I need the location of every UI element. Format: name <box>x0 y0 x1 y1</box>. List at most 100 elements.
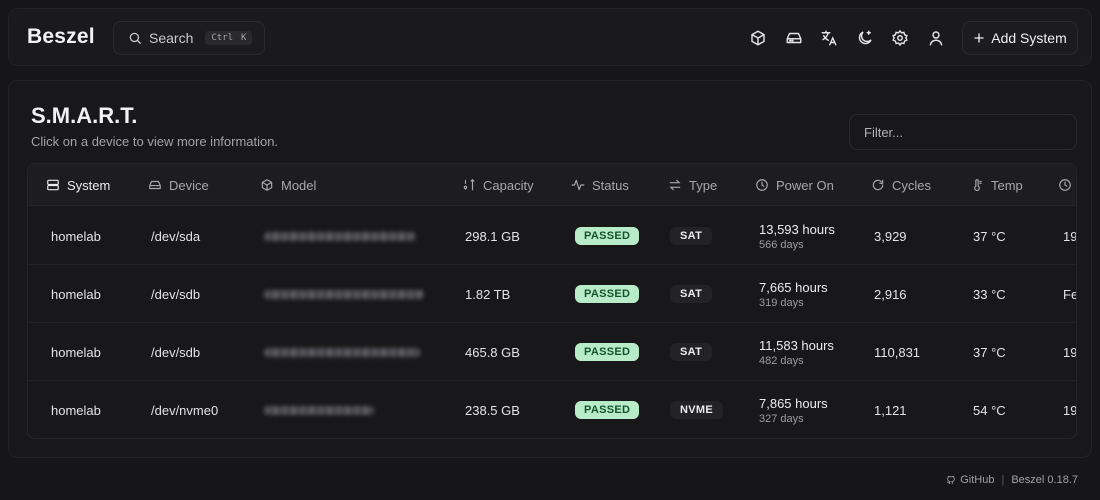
cell-capacity: 298.1 GB <box>465 228 520 244</box>
column-header-model[interactable]: Model <box>260 164 316 206</box>
power-on-hours: 13,593 hours <box>759 221 835 237</box>
search-icon <box>129 32 141 44</box>
cell-updated: 19 <box>1063 228 1077 244</box>
cell-updated: Fe <box>1063 286 1077 302</box>
status-badge: PASSED <box>575 285 640 303</box>
cell-status: PASSED <box>575 265 640 323</box>
column-header-cycles[interactable]: Cycles <box>871 164 931 206</box>
table-row[interactable]: homelab /dev/nvme0 238.5 GB PASSED NVME … <box>28 381 1077 438</box>
power-on-hours: 7,665 hours <box>759 279 828 295</box>
cell-power-on: 13,593 hours 566 days <box>759 207 835 265</box>
status-badge: PASSED <box>575 401 640 419</box>
search-label: Search <box>149 30 194 46</box>
add-system-label: Add System <box>991 30 1067 46</box>
thermometer-icon <box>974 179 982 192</box>
clock-icon <box>756 179 768 191</box>
hard-drive-icon[interactable] <box>784 28 804 48</box>
column-label: Device <box>169 177 209 193</box>
plus-icon <box>974 33 984 43</box>
cell-power-on: 7,665 hours 319 days <box>759 265 828 323</box>
cell-power-on: 11,583 hours 482 days <box>759 323 834 381</box>
clock-icon <box>1059 179 1071 191</box>
user-icon[interactable] <box>926 28 946 48</box>
cell-capacity: 1.82 TB <box>465 286 511 302</box>
add-system-button[interactable]: Add System <box>962 21 1078 55</box>
cell-updated: 19 <box>1063 402 1077 418</box>
server-icon <box>47 179 59 191</box>
cell-type: SAT <box>670 265 713 323</box>
column-label: Power On <box>776 177 834 193</box>
cell-system: homelab <box>51 402 101 418</box>
box-icon <box>261 179 273 191</box>
cell-model-redacted <box>264 265 424 323</box>
github-link[interactable]: GitHub <box>960 474 994 486</box>
version-link[interactable]: Beszel 0.18.7 <box>1011 474 1078 486</box>
github-icon <box>947 475 955 485</box>
hard-drive-icon <box>149 180 161 190</box>
cell-type: SAT <box>670 323 713 381</box>
cell-device: /dev/nvme0 <box>151 402 219 418</box>
cell-model-redacted <box>264 207 416 265</box>
page-title: S.M.A.R.T. <box>31 103 138 128</box>
search-shortcut: Ctrl K <box>205 31 253 45</box>
shortcut-key: K <box>241 33 247 43</box>
cell-cycles: 3,929 <box>874 228 907 244</box>
cell-cycles: 2,916 <box>874 286 907 302</box>
language-icon[interactable] <box>819 28 839 48</box>
cell-type: SAT <box>670 207 713 265</box>
sort-numeric-icon <box>463 178 475 191</box>
column-label: Temp <box>991 177 1023 193</box>
table-row[interactable]: homelab /dev/sda 298.1 GB PASSED SAT 13,… <box>28 207 1077 265</box>
power-on-days: 327 days <box>759 412 804 425</box>
box-icon[interactable] <box>748 28 768 48</box>
cell-type: NVME <box>670 381 723 438</box>
top-navbar: Beszel Search Ctrl K Add System <box>8 8 1092 66</box>
filter-input[interactable] <box>849 114 1077 150</box>
arrows-swap-icon <box>669 179 681 191</box>
cell-status: PASSED <box>575 207 640 265</box>
smart-card: S.M.A.R.T. Click on a device to view mor… <box>8 80 1092 458</box>
column-header-power-on[interactable]: Power On <box>755 164 834 206</box>
shortcut-modifier: Ctrl <box>211 33 234 43</box>
footer-separator: | <box>1001 474 1005 486</box>
cell-device: /dev/sda <box>151 228 201 244</box>
column-header-updated[interactable] <box>1058 164 1072 206</box>
column-label: System <box>67 177 111 193</box>
cell-updated: 19 <box>1063 344 1077 360</box>
column-header-system[interactable]: System <box>46 164 110 206</box>
cell-model-redacted <box>264 381 374 438</box>
column-label: Status <box>592 177 629 193</box>
power-on-hours: 11,583 hours <box>759 337 834 353</box>
cell-capacity: 238.5 GB <box>465 402 520 418</box>
cell-temp: 54 °C <box>973 402 1006 418</box>
status-badge: PASSED <box>575 227 640 245</box>
column-header-temp[interactable]: Temp <box>970 164 1023 206</box>
table-row[interactable]: homelab /dev/sdb 465.8 GB PASSED SAT 11,… <box>28 323 1077 381</box>
cell-device: /dev/sdb <box>151 286 201 302</box>
smart-table: System Device Model Capacity Status Type <box>27 163 1077 439</box>
type-badge: SAT <box>670 285 713 303</box>
search-button[interactable]: Search Ctrl K <box>113 21 265 55</box>
app-logo[interactable]: Beszel <box>27 25 95 49</box>
cell-temp: 37 °C <box>973 344 1006 360</box>
cell-status: PASSED <box>575 323 640 381</box>
column-label: Capacity <box>483 177 534 193</box>
table-header: System Device Model Capacity Status Type <box>28 164 1076 206</box>
column-header-device[interactable]: Device <box>148 164 209 206</box>
theme-toggle-icon[interactable] <box>855 28 875 48</box>
column-header-type[interactable]: Type <box>668 164 717 206</box>
type-badge: SAT <box>670 343 713 361</box>
footer: GitHub | Beszel 0.18.7 <box>946 474 1078 486</box>
power-on-hours: 7,865 hours <box>759 395 828 411</box>
cell-cycles: 110,831 <box>874 344 921 360</box>
table-row[interactable]: homelab /dev/sdb 1.82 TB PASSED SAT 7,66… <box>28 265 1077 323</box>
settings-icon[interactable] <box>890 28 910 48</box>
refresh-icon <box>872 179 884 191</box>
cell-cycles: 1,121 <box>874 402 907 418</box>
column-header-capacity[interactable]: Capacity <box>462 164 534 206</box>
cell-model-redacted <box>264 323 420 381</box>
status-badge: PASSED <box>575 343 640 361</box>
cell-device: /dev/sdb <box>151 344 201 360</box>
column-label: Type <box>689 177 718 193</box>
column-header-status[interactable]: Status <box>571 164 629 206</box>
